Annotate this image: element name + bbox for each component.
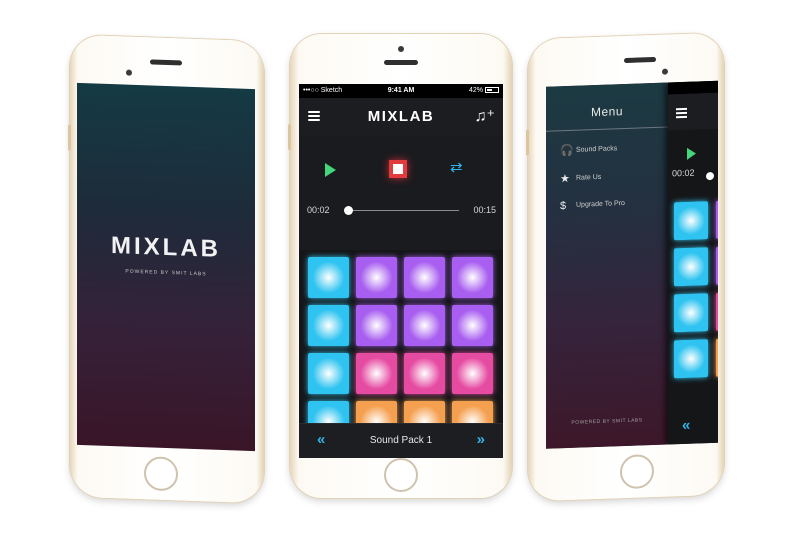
battery-indicator: 42% <box>469 87 499 94</box>
drum-pad[interactable] <box>716 245 718 285</box>
drum-pad[interactable] <box>674 247 708 287</box>
drum-pad[interactable] <box>356 353 397 394</box>
drum-pad[interactable] <box>452 257 493 298</box>
sound-pack-name: Sound Pack 1 <box>369 435 433 446</box>
menu-item-label: Rate Us <box>576 173 602 182</box>
menu-item-label: Sound Packs <box>576 145 618 154</box>
repeat-icon[interactable]: ⇄ <box>450 158 463 176</box>
drum-pad[interactable] <box>356 257 397 298</box>
chevron-double-right-icon[interactable]: » <box>477 431 485 448</box>
duration-time: 00:15 <box>473 205 496 215</box>
progress-slider[interactable] <box>344 206 459 215</box>
drum-pad[interactable] <box>452 305 493 346</box>
drum-pad[interactable] <box>404 257 445 298</box>
drum-pad[interactable] <box>404 305 445 346</box>
headphones-icon: 🎧 <box>560 144 574 158</box>
drum-pad[interactable] <box>674 293 708 333</box>
front-camera <box>126 69 132 76</box>
elapsed-time: 00:02 <box>672 167 695 179</box>
hamburger-icon[interactable] <box>676 107 687 120</box>
app-title: MIXLAB <box>367 108 435 125</box>
elapsed-time: 00:02 <box>307 205 330 215</box>
chevron-double-left-icon[interactable]: « <box>682 417 690 434</box>
drum-pad[interactable] <box>716 199 718 239</box>
earpiece-speaker <box>384 60 418 65</box>
splash-screen: MIXLAB POWERED BY SMIT LABS <box>77 82 255 452</box>
sound-pack-bar: « Sound Pack 1 » <box>299 423 503 458</box>
side-menu: Menu 🎧 Sound Packs ★ Rate Us $ Upgrade To P… <box>546 82 668 449</box>
drum-pad[interactable] <box>308 353 349 394</box>
status-bar: •••○○ Sketch 9:41 AM 42% <box>299 84 503 98</box>
menu-screen: Menu 🎧 Sound Packs ★ Rate Us $ Upgrade To P… <box>546 80 718 449</box>
menu-item-upgrade[interactable]: $ Upgrade To Pro <box>560 198 625 212</box>
menu-divider <box>546 126 668 132</box>
home-button[interactable] <box>384 458 418 492</box>
progress-knob[interactable] <box>344 206 354 215</box>
drum-pad[interactable] <box>716 337 718 377</box>
drum-pad[interactable] <box>674 201 708 241</box>
splash-tagline: POWERED BY SMIT LABS <box>125 268 207 278</box>
battery-icon <box>485 87 499 93</box>
star-icon: ★ <box>560 172 570 186</box>
home-button[interactable] <box>144 456 178 492</box>
main-screen: •••○○ Sketch 9:41 AM 42% MIXLAB ♫⁺ ⇄ 00:… <box>299 84 503 458</box>
progress-knob[interactable] <box>706 171 714 181</box>
drum-pad[interactable] <box>452 353 493 394</box>
earpiece-speaker <box>624 56 656 64</box>
menu-item-label: Upgrade To Pro <box>576 200 625 209</box>
menu-item-rate-us[interactable]: ★ Rate Us <box>560 171 601 185</box>
drum-pad[interactable] <box>308 305 349 346</box>
front-camera <box>398 46 404 52</box>
home-button[interactable] <box>620 454 654 490</box>
battery-percent: 42% <box>468 87 483 94</box>
drum-pad[interactable] <box>308 257 349 298</box>
drum-pad[interactable] <box>716 291 718 331</box>
stop-icon[interactable] <box>389 160 407 178</box>
main-screen-peek[interactable]: 00:02 « <box>668 80 718 445</box>
drum-pad[interactable] <box>674 339 708 379</box>
drum-pad[interactable] <box>404 353 445 394</box>
nav-bar <box>668 92 718 131</box>
phone-splash: MIXLAB POWERED BY SMIT LABS <box>70 34 264 504</box>
earpiece-speaker <box>150 59 182 66</box>
powered-by-label: POWERED BY SMIT LABS <box>571 417 643 426</box>
music-plus-icon[interactable]: ♫⁺ <box>475 106 495 126</box>
front-camera <box>662 68 668 75</box>
phone-menu: Menu 🎧 Sound Packs ★ Rate Us $ Upgrade To P… <box>528 32 724 502</box>
menu-title: Menu <box>590 104 624 120</box>
nav-bar: MIXLAB ♫⁺ <box>299 98 503 137</box>
play-icon[interactable] <box>325 163 336 177</box>
transport-controls: ⇄ 00:02 00:15 <box>299 136 503 250</box>
drum-pad[interactable] <box>356 305 397 346</box>
app-logo: MIXLAB <box>111 232 221 263</box>
play-icon[interactable] <box>687 147 696 160</box>
dollar-icon: $ <box>560 200 567 213</box>
menu-item-sound-packs[interactable]: 🎧 Sound Packs <box>560 142 617 157</box>
phone-main: •••○○ Sketch 9:41 AM 42% MIXLAB ♫⁺ ⇄ 00:… <box>288 34 512 498</box>
